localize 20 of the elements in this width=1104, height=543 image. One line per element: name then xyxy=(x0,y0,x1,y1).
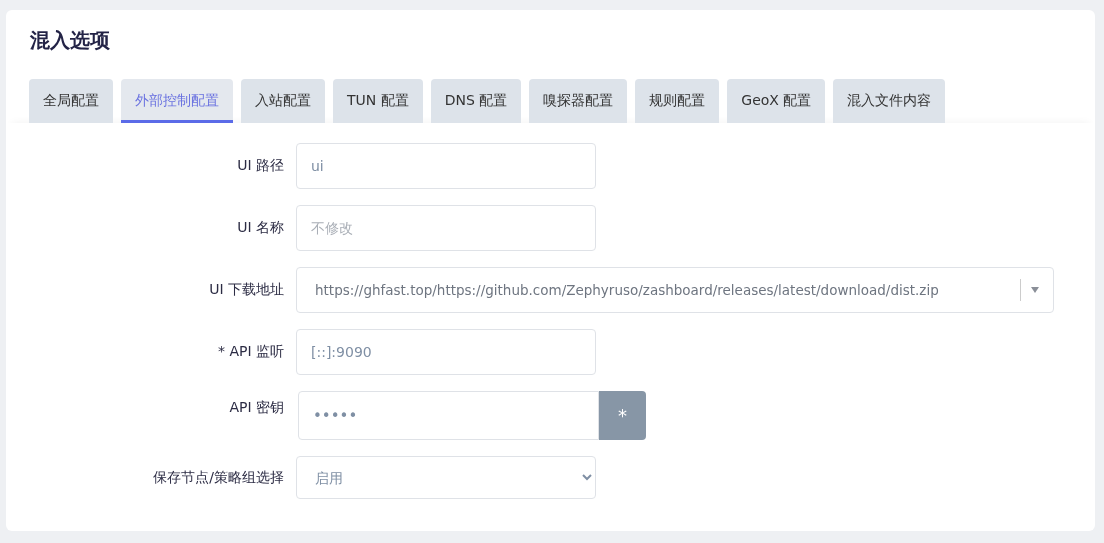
combo-field[interactable]: https://ghfast.top/https://github.com/Zephyruso/zashboard/releases/latest/download/dist.zip xyxy=(296,267,1054,313)
tab[interactable]: 全局配置 xyxy=(29,79,113,123)
caret-icon xyxy=(1031,287,1039,293)
page-title: 混入选项 xyxy=(30,27,110,54)
tab[interactable]: DNS 配置 xyxy=(430,79,522,123)
select-field[interactable]: 启用 xyxy=(296,456,596,499)
field-label: UI 路径 xyxy=(236,157,285,175)
text-field[interactable]: 不修改 xyxy=(296,205,596,251)
tab[interactable]: 混入文件内容 xyxy=(833,79,946,123)
tab[interactable]: 规则配置 xyxy=(635,79,720,123)
tab[interactable]: 入站配置 xyxy=(241,79,325,123)
tab[interactable]: GeoX 配置 xyxy=(727,79,826,123)
field-label: API 密钥 xyxy=(228,398,285,417)
field-label: 保存节点/策略组选择 xyxy=(152,468,285,487)
field-label: * API 监听 xyxy=(216,343,285,361)
field-label: UI 名称 xyxy=(236,219,285,237)
field-label: UI 下载地址 xyxy=(208,281,285,299)
tab[interactable]: 嗅探器配置 xyxy=(529,79,628,123)
tab[interactable]: TUN 配置 xyxy=(333,79,423,123)
tab[interactable]: 外部控制配置 xyxy=(121,79,233,123)
